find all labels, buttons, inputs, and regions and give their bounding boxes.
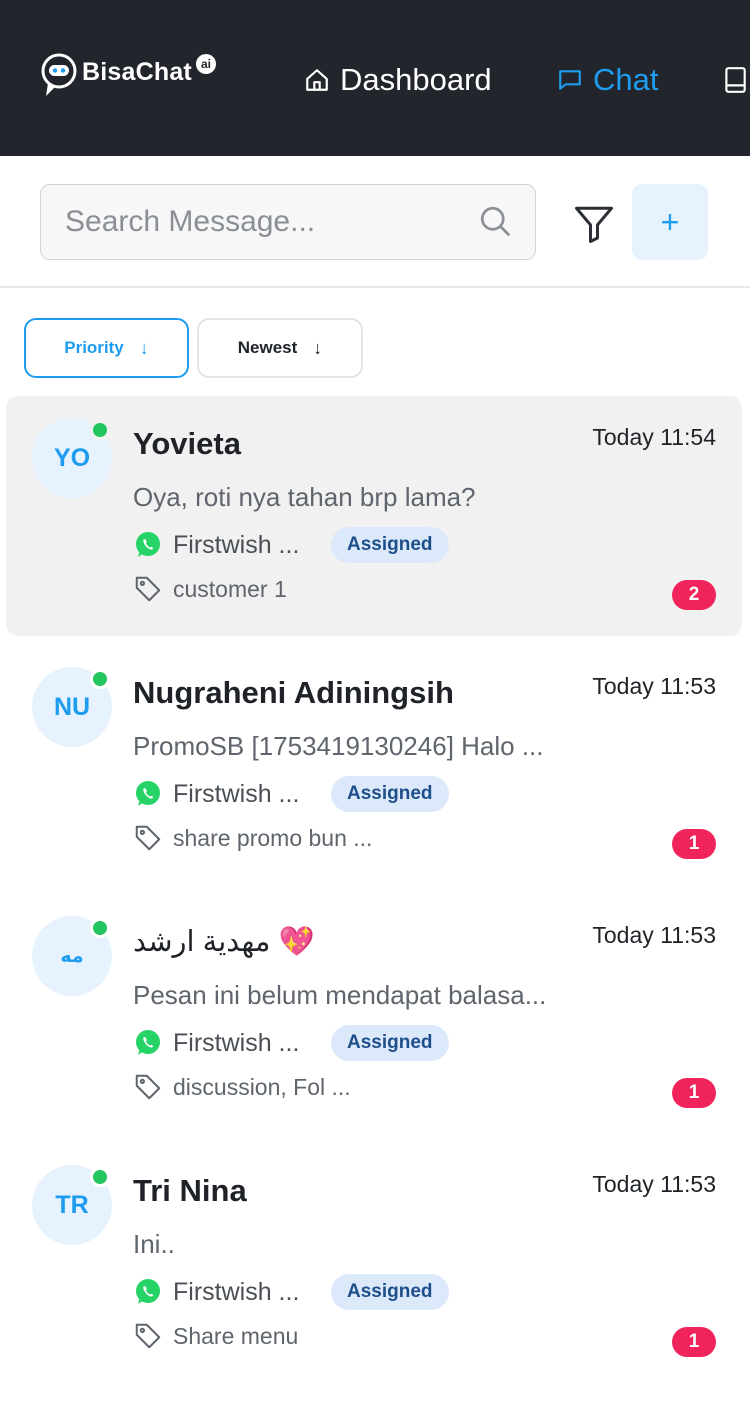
brand-logo[interactable]: BisaChat ai xyxy=(40,52,216,100)
tag-icon xyxy=(135,1074,161,1100)
filter-button[interactable] xyxy=(566,196,622,252)
conversation-item[interactable]: مه مهدية ارشد 💖 Today 11:53 Pesan ini be… xyxy=(6,894,742,1134)
section-divider xyxy=(0,286,750,288)
brand-name: BisaChat xyxy=(82,57,192,86)
home-icon xyxy=(306,69,328,91)
tags-info: Share menu xyxy=(133,1319,298,1353)
sort-newest-label: Newest xyxy=(237,338,298,357)
message-time: Today 11:53 xyxy=(592,673,716,699)
channel-info: Firstwish ... xyxy=(133,528,299,562)
arrow-down-icon: ↓ xyxy=(313,337,323,358)
tags-info: share promo bun ... xyxy=(133,821,372,855)
message-preview: PromoSB [1753419130246] Halo ... xyxy=(133,731,544,761)
sort-priority-button[interactable]: Priority ↓ xyxy=(24,318,189,378)
online-status-indicator xyxy=(90,669,110,689)
sort-priority-label: Priority xyxy=(64,338,124,357)
status-badge: Assigned xyxy=(331,527,449,563)
nav-chat-label: Chat xyxy=(593,62,659,97)
tags-info: discussion, Fol ... xyxy=(133,1070,351,1104)
channel-name: Firstwish ... xyxy=(173,530,300,559)
channel-info: Firstwish ... xyxy=(133,777,299,811)
tag-icon xyxy=(135,1323,161,1349)
message-preview: Pesan ini belum mendapat balasa... xyxy=(133,980,547,1010)
contact-name: Tri Nina xyxy=(133,1173,247,1208)
tags-text: share promo bun ... xyxy=(173,824,373,851)
search-icon[interactable] xyxy=(477,203,513,239)
online-status-indicator xyxy=(90,1167,110,1187)
tag-icon xyxy=(135,576,161,602)
status-badge: Assigned xyxy=(331,1274,449,1310)
contact-name: مهدية ارشد 💖 xyxy=(133,926,315,958)
arrow-down-icon: ↓ xyxy=(139,337,149,358)
unread-count-badge: 1 xyxy=(672,829,716,859)
whatsapp-icon xyxy=(136,781,160,806)
message-time: Today 11:54 xyxy=(592,424,716,450)
unread-count-badge: 1 xyxy=(672,1078,716,1108)
new-chat-button[interactable]: + xyxy=(632,184,708,260)
online-status-indicator xyxy=(90,420,110,440)
plus-icon: + xyxy=(660,203,680,240)
conversation-item[interactable]: TR Tri Nina Today 11:53 Ini.. Firstwish … xyxy=(6,1143,742,1383)
message-time: Today 11:53 xyxy=(592,1171,716,1197)
contact-name: Yovieta xyxy=(133,426,241,461)
online-status-indicator xyxy=(90,918,110,938)
whatsapp-icon xyxy=(136,1030,160,1055)
unread-count-badge: 2 xyxy=(672,580,716,610)
tags-text: customer 1 xyxy=(173,575,287,602)
tags-text: discussion, Fol ... xyxy=(173,1073,351,1100)
conversation-item[interactable]: YO Yovieta Today 11:54 Oya, roti nya tah… xyxy=(6,396,742,636)
nav-knowledge[interactable] xyxy=(722,58,750,102)
channel-info: Firstwish ... xyxy=(133,1026,299,1060)
unread-count-badge: 1 xyxy=(672,1327,716,1357)
whatsapp-icon xyxy=(136,532,160,557)
sort-newest-button[interactable]: Newest ↓ xyxy=(197,318,363,378)
search-input[interactable] xyxy=(65,185,465,258)
search-box xyxy=(40,184,536,260)
status-badge: Assigned xyxy=(331,776,449,812)
channel-name: Firstwish ... xyxy=(173,1028,300,1057)
chat-icon xyxy=(559,70,581,90)
tag-icon xyxy=(135,825,161,851)
channel-name: Firstwish ... xyxy=(173,1277,300,1306)
contact-name: Nugraheni Adiningsih xyxy=(133,675,454,710)
channel-name: Firstwish ... xyxy=(173,779,300,808)
tags-info: customer 1 xyxy=(133,572,287,606)
nav-dashboard[interactable]: Dashboard xyxy=(304,58,492,102)
message-time: Today 11:53 xyxy=(592,922,716,948)
nav-dashboard-label: Dashboard xyxy=(340,62,492,97)
whatsapp-icon xyxy=(136,1279,160,1304)
bisachat-logo-icon xyxy=(41,53,77,96)
message-preview: Ini.. xyxy=(133,1229,175,1259)
brand-ai-badge: ai xyxy=(196,54,216,74)
tags-text: Share menu xyxy=(173,1322,299,1349)
book-icon xyxy=(725,67,746,93)
channel-info: Firstwish ... xyxy=(133,1275,299,1309)
message-preview: Oya, roti nya tahan brp lama? xyxy=(133,482,476,512)
status-badge: Assigned xyxy=(331,1025,449,1061)
conversation-item[interactable]: NU Nugraheni Adiningsih Today 11:53 Prom… xyxy=(6,645,742,885)
top-navbar: BisaChat ai Dashboard Chat xyxy=(0,0,750,156)
nav-chat[interactable]: Chat xyxy=(557,58,658,102)
filter-icon xyxy=(575,206,613,243)
